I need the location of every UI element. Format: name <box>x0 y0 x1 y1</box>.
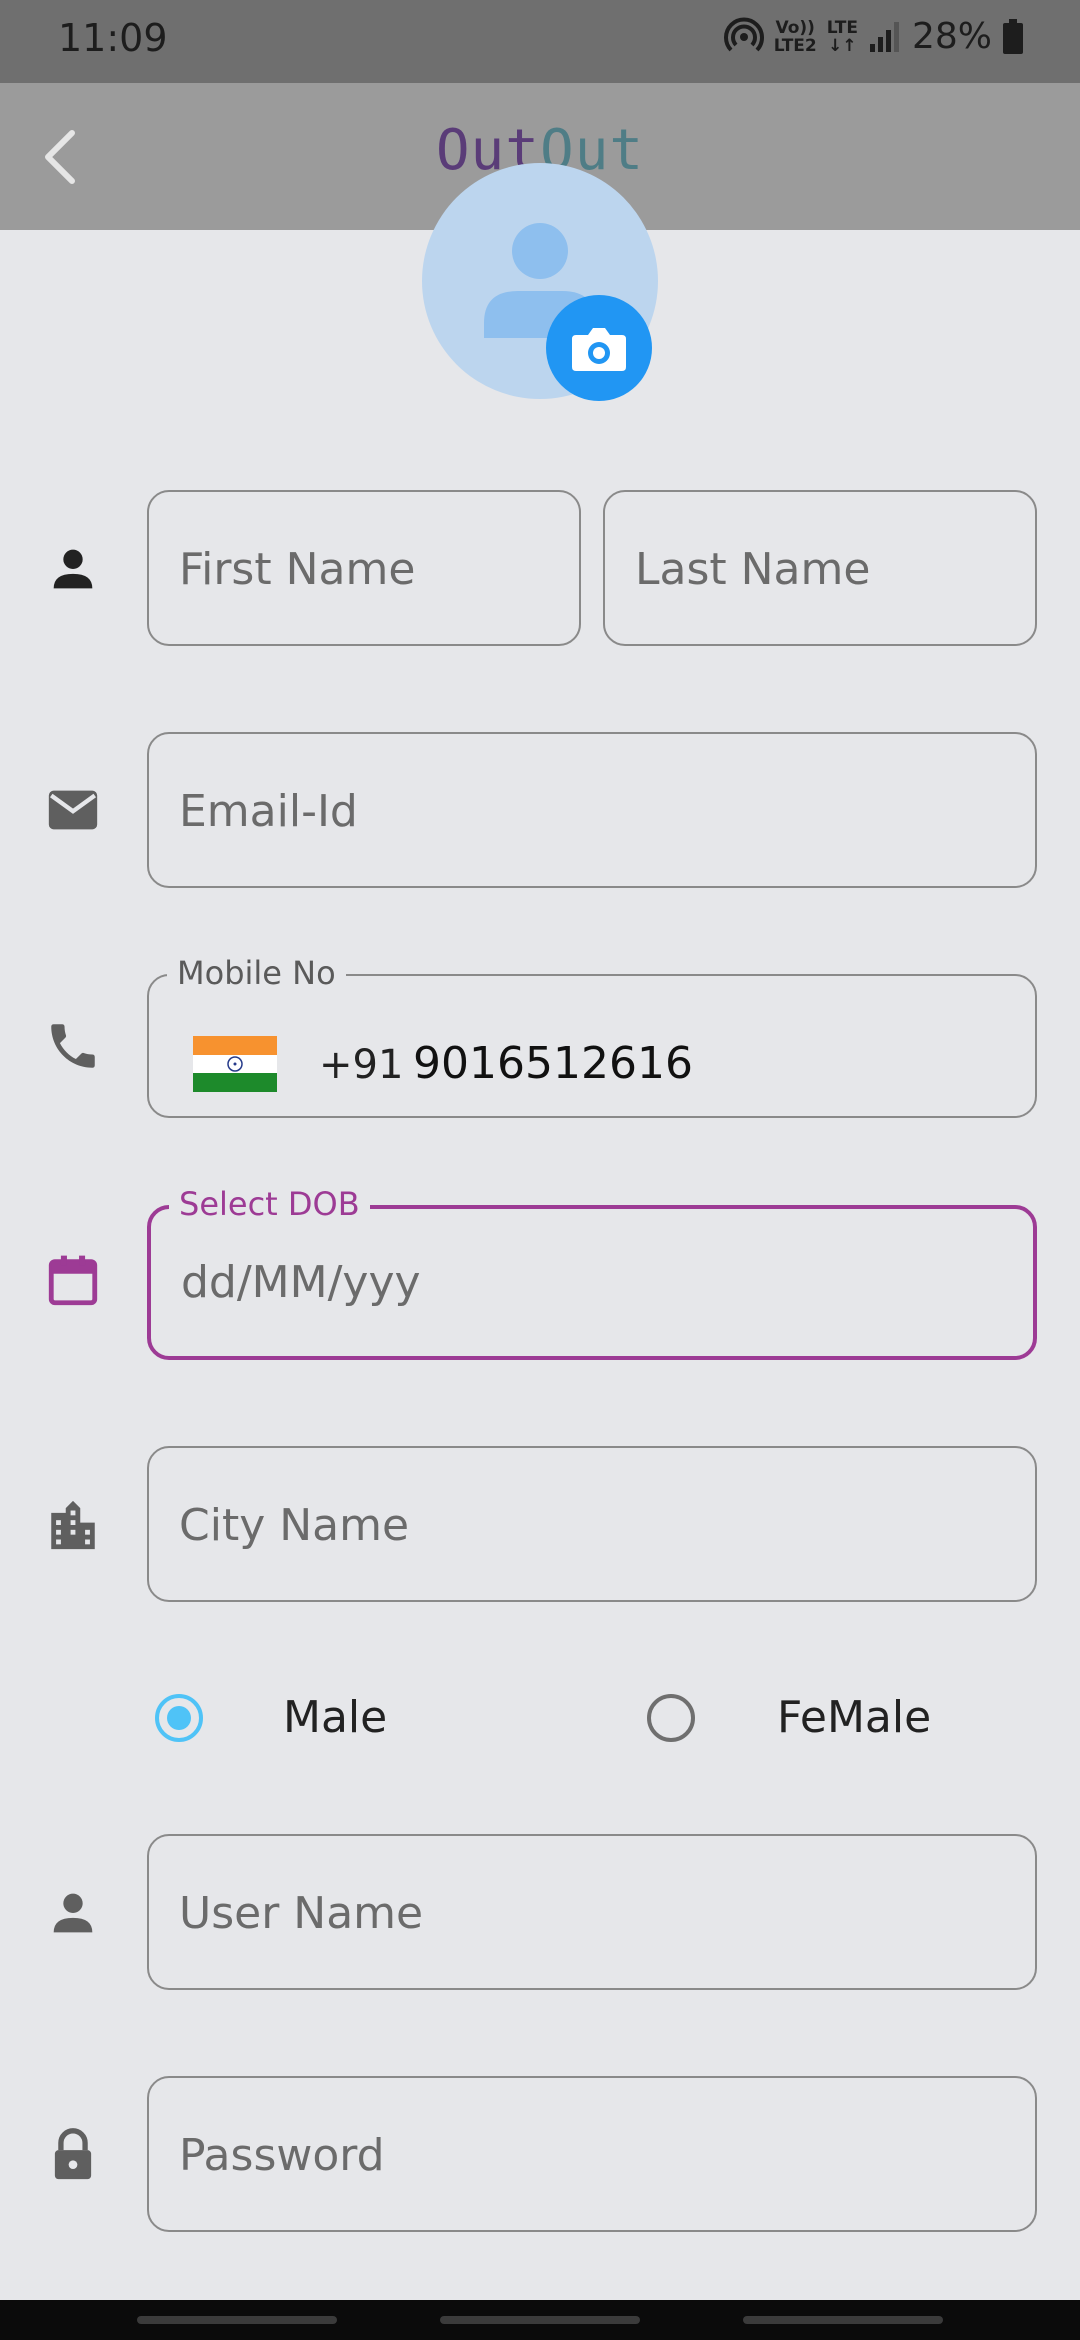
person-icon <box>53 1893 93 1933</box>
nav-home-button[interactable] <box>440 2316 640 2324</box>
male-radio[interactable] <box>155 1694 203 1742</box>
battery-icon <box>1003 18 1023 54</box>
last-name-field[interactable]: Last Name <box>603 490 1037 646</box>
camera-button[interactable] <box>546 295 652 401</box>
battery-percent: 28% <box>911 16 992 57</box>
password-placeholder: Password <box>179 2130 385 2181</box>
username-placeholder: User Name <box>179 1888 424 1939</box>
volte-indicator: Vo)) LTE2 <box>773 17 817 56</box>
status-time: 11:09 <box>58 16 168 60</box>
dob-placeholder: dd/MM/yyy <box>181 1257 421 1308</box>
country-code[interactable]: +91 <box>319 1042 403 1088</box>
status-indicators: Vo)) LTE2 LTE ↓↑ 28% <box>723 16 1024 57</box>
calendar-icon <box>48 1255 98 1306</box>
city-placeholder: City Name <box>179 1500 410 1551</box>
mobile-value: 9016512616 <box>413 1038 693 1089</box>
hotspot-icon <box>723 17 764 51</box>
email-placeholder: Email-Id <box>179 786 358 837</box>
dob-label: Select DOB <box>169 1185 370 1223</box>
lte-indicator: LTE ↓↑ <box>826 17 858 56</box>
signal-icon <box>869 21 899 52</box>
first-name-field[interactable]: First Name <box>147 490 581 646</box>
first-name-placeholder: First Name <box>179 544 416 595</box>
city-field[interactable]: City Name <box>147 1446 1037 1602</box>
dob-field[interactable]: Select DOB dd/MM/yyy <box>147 1185 1037 1360</box>
india-flag-icon[interactable] <box>193 1036 277 1092</box>
male-label[interactable]: Male <box>283 1692 387 1743</box>
nav-recents-button[interactable] <box>137 2316 337 2324</box>
person-icon <box>53 549 93 589</box>
female-radio[interactable] <box>647 1694 695 1742</box>
password-field[interactable]: Password <box>147 2076 1037 2232</box>
mobile-field[interactable]: Mobile No +91 9016512616 <box>147 954 1037 1118</box>
female-label[interactable]: FeMale <box>777 1692 931 1743</box>
lock-icon <box>54 2128 92 2180</box>
username-field[interactable]: User Name <box>147 1834 1037 1990</box>
email-field[interactable]: Email-Id <box>147 732 1037 888</box>
nav-back-button[interactable] <box>743 2316 943 2324</box>
email-icon <box>48 790 98 830</box>
city-icon <box>51 1500 95 1550</box>
phone-icon <box>51 1024 95 1068</box>
mobile-label: Mobile No <box>167 954 346 992</box>
camera-icon <box>572 328 626 371</box>
last-name-placeholder: Last Name <box>635 544 871 595</box>
